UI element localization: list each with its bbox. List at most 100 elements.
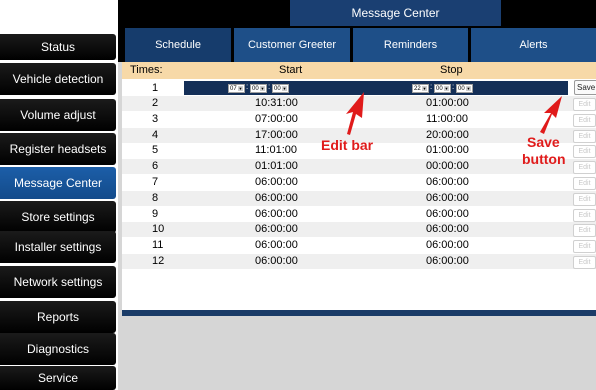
edit-button[interactable]: Edit bbox=[573, 129, 596, 143]
sidebar-item-register-headsets[interactable]: Register headsets bbox=[0, 133, 116, 165]
stop-second-select[interactable]: 00 ▼ bbox=[456, 84, 473, 93]
row-index: 4 bbox=[152, 128, 159, 141]
start-time: 06:00:00 bbox=[255, 255, 298, 267]
row-index: 12 bbox=[152, 255, 165, 267]
start-time: 06:00:00 bbox=[255, 223, 298, 236]
save-button-annotation-line1: Save bbox=[527, 134, 560, 150]
edit-button[interactable]: Edit bbox=[573, 161, 596, 175]
edit-button[interactable]: Edit bbox=[573, 208, 596, 222]
sidebar-item-label: Diagnostics bbox=[26, 342, 90, 356]
edit-button-label: Edit bbox=[578, 148, 591, 156]
stop-time: 11:00:00 bbox=[426, 112, 469, 125]
top-bar: Message Center bbox=[118, 0, 596, 26]
sidebar-item-message-center[interactable]: Message Center bbox=[0, 167, 116, 199]
sidebar-item-service[interactable]: Service bbox=[0, 366, 116, 390]
save-button[interactable]: Save bbox=[574, 80, 596, 95]
sidebar-item-diagnostics[interactable]: Diagnostics bbox=[0, 333, 116, 365]
sidebar-item-label: Store settings bbox=[21, 210, 95, 224]
start-second-select[interactable]: 00 ▼ bbox=[272, 84, 289, 93]
table-header: Times: Start Stop bbox=[122, 62, 596, 79]
page-title: Message Center bbox=[290, 0, 501, 26]
tab-reminders[interactable]: Reminders bbox=[353, 28, 468, 62]
row-index: 2 bbox=[152, 97, 159, 109]
table-row: 7 06:00:00 06:00:00 Edit bbox=[122, 175, 596, 190]
edit-button[interactable]: Edit bbox=[573, 145, 596, 159]
tab-label: Alerts bbox=[519, 39, 548, 51]
table-row: 9 06:00:00 06:00:00 Edit bbox=[122, 206, 596, 222]
tab-bar: Schedule Customer Greeter Reminders Aler… bbox=[118, 26, 596, 62]
select-value: 00 bbox=[436, 86, 443, 92]
start-time: 06:00:00 bbox=[255, 191, 298, 204]
stop-time: 00:00:00 bbox=[426, 160, 469, 173]
colon-separator: : bbox=[268, 82, 271, 91]
sidebar-item-store-settings[interactable]: Store settings bbox=[0, 201, 116, 233]
sidebar-item-label: Reports bbox=[36, 310, 80, 324]
start-hour-select[interactable]: 07 ▼ bbox=[228, 84, 245, 93]
tab-label: Customer Greeter bbox=[247, 39, 337, 51]
chevron-down-icon: ▼ bbox=[238, 86, 243, 91]
header-times: Times: bbox=[130, 64, 163, 76]
edit-button-label: Edit bbox=[578, 180, 591, 187]
start-time: 06:00:00 bbox=[255, 176, 298, 188]
stop-minute-select[interactable]: 00 ▼ bbox=[434, 84, 451, 93]
table-row: 11 06:00:00 06:00:00 Edit bbox=[122, 238, 596, 254]
tab-alerts[interactable]: Alerts bbox=[471, 28, 596, 62]
edit-button-label: Edit bbox=[578, 227, 591, 235]
select-value: 07 bbox=[230, 86, 237, 92]
sidebar-item-label: Status bbox=[40, 40, 76, 54]
select-value: 00 bbox=[458, 86, 465, 92]
stop-time: 06:00:00 bbox=[426, 207, 469, 220]
edit-button[interactable]: Edit bbox=[573, 224, 596, 238]
start-minute-select[interactable]: 00 ▼ bbox=[250, 84, 267, 93]
chevron-down-icon: ▼ bbox=[282, 86, 287, 91]
sidebar-item-network-settings[interactable]: Network settings bbox=[0, 266, 116, 298]
stop-time: 06:00:00 bbox=[426, 191, 469, 204]
table-row: 8 06:00:00 06:00:00 Edit bbox=[122, 190, 596, 206]
edit-button[interactable]: Edit bbox=[573, 240, 596, 254]
stop-time: 01:00:00 bbox=[426, 97, 469, 109]
tab-label: Reminders bbox=[383, 39, 438, 51]
start-time: 11:01:00 bbox=[255, 144, 298, 157]
row-index: 5 bbox=[152, 144, 159, 157]
sidebar: Status Vehicle detection Volume adjust R… bbox=[0, 0, 118, 390]
row-index: 6 bbox=[152, 160, 159, 173]
edit-button[interactable]: Edit bbox=[573, 256, 596, 269]
tab-customer-greeter[interactable]: Customer Greeter bbox=[234, 28, 350, 62]
sidebar-item-installer-settings[interactable]: Installer settings bbox=[0, 231, 116, 263]
table-footer-strip bbox=[122, 310, 596, 316]
sidebar-item-label: Installer settings bbox=[14, 240, 102, 254]
sidebar-item-status[interactable]: Status bbox=[0, 34, 116, 60]
sidebar-item-label: Message Center bbox=[13, 176, 103, 190]
header-stop: Stop bbox=[440, 64, 463, 76]
edit-button-label: Edit bbox=[578, 211, 591, 219]
row-index: 10 bbox=[152, 223, 165, 236]
edit-button[interactable]: Edit bbox=[573, 192, 596, 206]
edit-button[interactable]: Edit bbox=[573, 113, 596, 127]
colon-separator: : bbox=[430, 82, 433, 91]
table-row: 10 06:00:00 06:00:00 Edit bbox=[122, 222, 596, 238]
sidebar-item-vehicle-detection[interactable]: Vehicle detection bbox=[0, 63, 116, 95]
header-start: Start bbox=[279, 64, 303, 76]
sidebar-item-label: Volume adjust bbox=[20, 108, 96, 122]
stop-time: 20:00:00 bbox=[426, 128, 469, 141]
colon-separator: : bbox=[452, 82, 455, 91]
start-time: 17:00:00 bbox=[255, 128, 298, 141]
edit-button-label: Edit bbox=[578, 259, 591, 266]
tab-schedule[interactable]: Schedule bbox=[125, 28, 231, 62]
stop-hour-select[interactable]: 22 ▼ bbox=[412, 84, 429, 93]
sidebar-item-label: Network settings bbox=[13, 275, 103, 289]
table-row: 12 06:00:00 06:00:00 Edit bbox=[122, 254, 596, 269]
edit-button[interactable]: Edit bbox=[573, 177, 596, 190]
edit-row: 1 07 ▼ : 00 ▼ : 00 ▼ 22 ▼ : 00 ▼ : 00 ▼ Save bbox=[122, 80, 596, 96]
row-index: 11 bbox=[152, 239, 164, 252]
row-index: 3 bbox=[152, 112, 159, 125]
select-value: 22 bbox=[414, 86, 421, 92]
edit-button[interactable]: Edit bbox=[573, 98, 596, 111]
row-index: 8 bbox=[152, 191, 159, 204]
stop-time: 06:00:00 bbox=[426, 223, 469, 236]
sidebar-item-label: Vehicle detection bbox=[12, 72, 104, 86]
sidebar-item-volume-adjust[interactable]: Volume adjust bbox=[0, 99, 116, 131]
start-time: 10:31:00 bbox=[255, 97, 298, 109]
stop-time: 06:00:00 bbox=[426, 176, 469, 188]
sidebar-item-reports[interactable]: Reports bbox=[0, 301, 116, 333]
